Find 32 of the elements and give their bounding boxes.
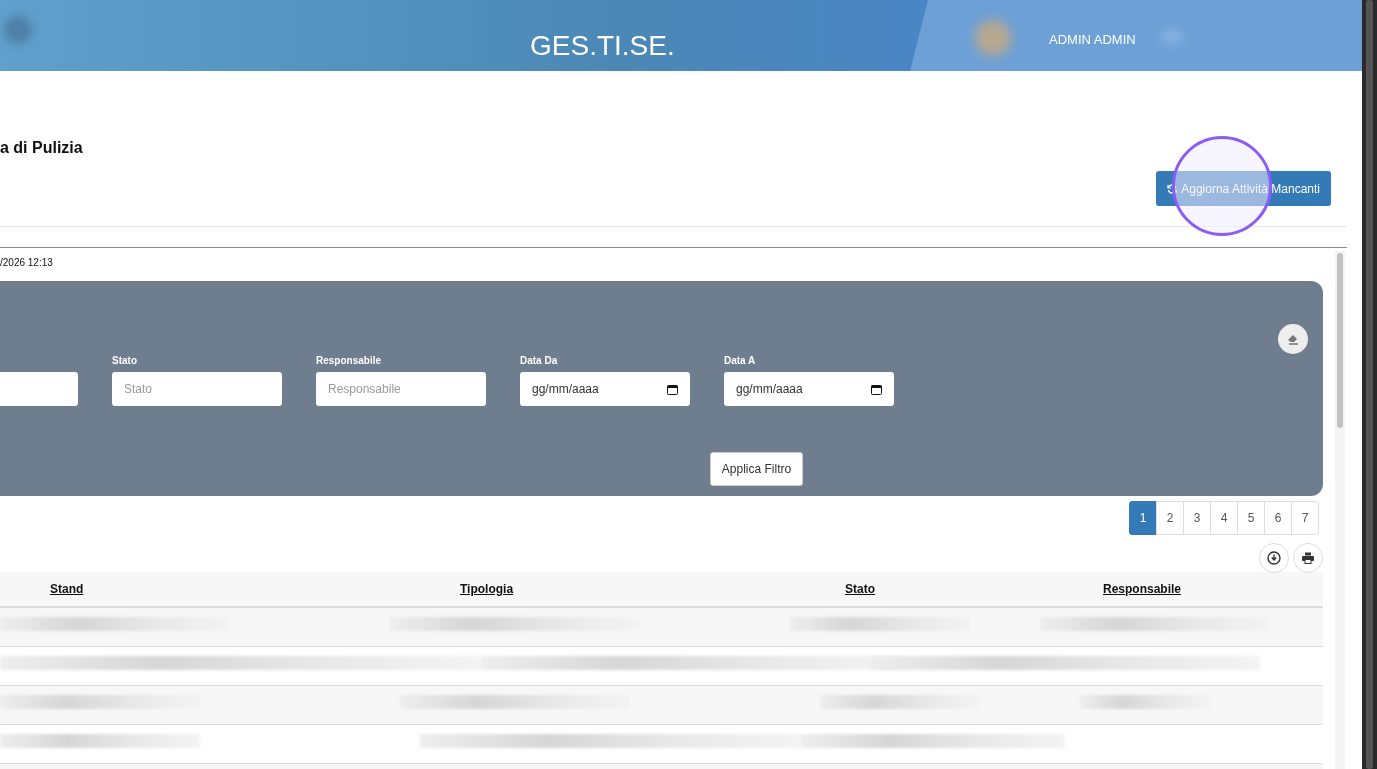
field-label: Data A [724,354,757,367]
field-label: Data Da [520,354,559,367]
page-button[interactable]: 7 [1291,501,1319,535]
column-header[interactable]: Stato [837,582,1095,596]
page-button[interactable]: 5 [1237,501,1265,535]
page-button[interactable]: 6 [1264,501,1292,535]
date-field[interactable]: gg/mm/aaaa [520,372,690,406]
calendar-icon [667,383,678,395]
app-title: GES.TI.SE. [530,30,675,62]
page-button[interactable]: 4 [1210,501,1238,535]
calendar-icon [871,383,882,395]
refresh-icon [1167,183,1178,194]
page-button[interactable]: 3 [1183,501,1211,535]
page-title: a di Pulizia [0,139,83,157]
column-header[interactable]: Stand [42,582,452,596]
page-button[interactable]: 2 [1156,501,1184,535]
date-field[interactable]: gg/mm/aaaa [724,372,894,406]
print-icon[interactable] [1293,543,1323,573]
eraser-icon[interactable] [1278,324,1308,354]
scrollbar[interactable] [1335,251,1345,769]
field-label: Stato [112,354,138,367]
field-label: Responsabile [316,354,383,367]
timestamp: /2026 12:13 [0,257,54,270]
column-header[interactable]: Tipologia [452,582,837,596]
blurred-icon[interactable] [4,16,32,44]
column-header[interactable]: Responsabile [1095,582,1323,596]
text-field[interactable]: Stato [112,372,282,406]
text-field[interactable]: Responsabile [316,372,486,406]
scrollbar[interactable] [1362,0,1377,769]
page-button[interactable]: 1 [1129,501,1157,535]
download-icon[interactable] [1259,543,1289,573]
apply-filter-button[interactable]: Applica Filtro [709,452,804,486]
